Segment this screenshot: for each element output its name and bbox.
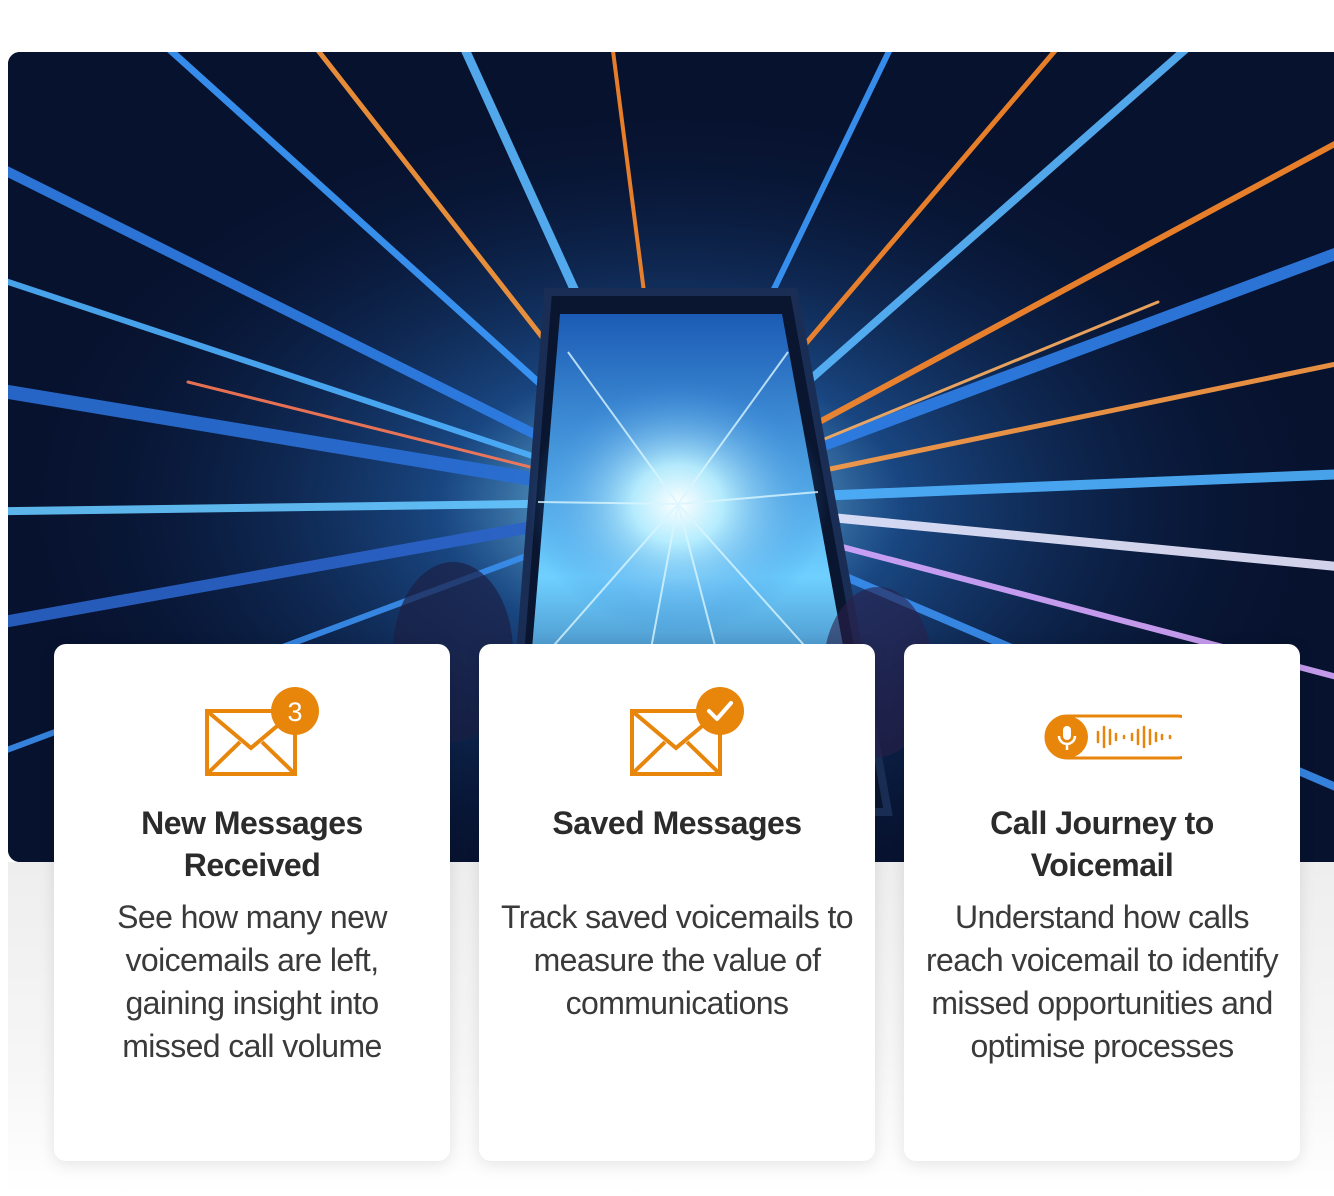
- feature-card-saved-messages: Saved Messages Track saved voicemails to…: [479, 644, 875, 1161]
- envelope-badge-icon: 3: [172, 684, 332, 780]
- card-description: See how many new voicemails are left, ga…: [117, 899, 387, 1064]
- envelope-check-icon: [597, 684, 757, 780]
- badge-count: 3: [287, 697, 302, 727]
- feature-card-call-journey: Call Journey to Voicemail Understand how…: [904, 644, 1300, 1161]
- card-description: Understand how calls reach voicemail to …: [926, 899, 1279, 1064]
- voicemail-waveform-icon: [1022, 684, 1182, 780]
- feature-card-new-messages: 3 New Messages Received See how many new…: [54, 644, 450, 1161]
- card-title: Call Journey to Voicemail: [990, 805, 1214, 883]
- card-title: Saved Messages: [552, 805, 802, 841]
- card-description: Track saved voicemails to measure the va…: [501, 899, 854, 1021]
- feature-cards: 3 New Messages Received See how many new…: [54, 644, 1300, 1161]
- card-title: New Messages Received: [141, 805, 363, 883]
